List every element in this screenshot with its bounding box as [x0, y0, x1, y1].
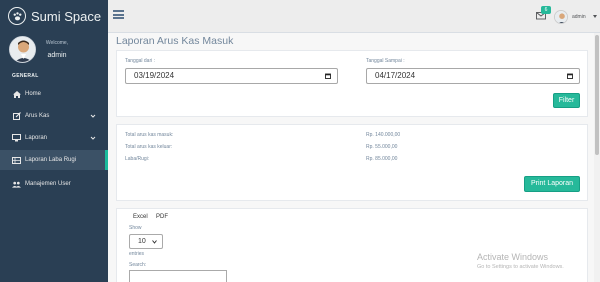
activation-watermark-title: Activate Windows: [477, 252, 549, 262]
sidebar-item-laporan-laba-rugi[interactable]: Laporan Laba Rugi: [0, 150, 108, 170]
page-title: Laporan Arus Kas Masuk: [116, 35, 234, 47]
user-menu-name[interactable]: admin: [572, 14, 586, 20]
sidebar-item-label: Laporan Laba Rugi: [25, 157, 77, 163]
calendar-icon[interactable]: [325, 73, 331, 79]
sidebar-item-manajemen-user[interactable]: Manajemen User: [0, 174, 108, 194]
desktop-icon: [12, 134, 21, 142]
search-label: Search:: [129, 262, 147, 268]
export-pdf-button[interactable]: PDF: [156, 214, 168, 220]
show-label: Show: [129, 225, 142, 231]
to-date-input[interactable]: 04/17/2024: [366, 68, 580, 84]
search-input[interactable]: [129, 270, 227, 282]
sidebar-item-label: Home: [25, 91, 42, 97]
profile: Welcome, admin: [0, 32, 108, 68]
profile-username: admin: [47, 52, 67, 59]
users-icon: [12, 180, 21, 188]
total-out-value: Rp. 55.000,00: [366, 144, 398, 150]
sidebar-item-label: Manajemen User: [25, 181, 71, 187]
calendar-icon[interactable]: [567, 73, 573, 79]
chevron-down-icon: [152, 240, 157, 244]
paw-icon: [8, 7, 26, 25]
home-icon: [12, 90, 21, 98]
scrollbar-thumb[interactable]: [595, 35, 599, 155]
entries-label: entries: [129, 251, 145, 257]
from-date-label: Tanggal dari :: [125, 58, 156, 64]
print-report-button[interactable]: Print Laporan: [524, 176, 580, 192]
to-date-value: 04/17/2024: [375, 71, 416, 80]
sidebar-item-home[interactable]: Home: [0, 84, 108, 104]
menu-section-label: GENERAL: [12, 73, 39, 79]
brand-title: Sumi Space: [31, 8, 102, 24]
avatar: [9, 36, 36, 63]
profit-loss-label: Laba/Rugi:: [125, 156, 150, 162]
edit-icon: [12, 112, 21, 120]
sidebar-item-arus-kas[interactable]: Arus Kas: [0, 106, 108, 126]
table-icon: [12, 156, 21, 164]
page-scrollbar[interactable]: [594, 33, 600, 282]
brand[interactable]: Sumi Space: [0, 0, 108, 32]
sidebar-item-laporan[interactable]: Laporan: [0, 128, 108, 148]
export-excel-button[interactable]: Excel: [133, 214, 148, 220]
entries-select[interactable]: 10: [129, 234, 163, 249]
to-date-label: Tanggal Sampai :: [366, 58, 405, 64]
sidebar-item-label: Arus Kas: [25, 113, 50, 119]
entries-value: 10: [138, 238, 146, 245]
menu-toggle-icon[interactable]: [113, 10, 124, 19]
total-in-label: Total arus kas masuk:: [125, 132, 174, 138]
sidebar: Sumi Space Welcome, admin GENERAL Home A…: [0, 0, 108, 282]
profit-loss-value: Rp. 85.000,00: [366, 156, 398, 162]
from-date-input[interactable]: 03/19/2024: [125, 68, 338, 84]
welcome-text: Welcome,: [45, 40, 69, 46]
summary-panel: Total arus kas masuk: Rp. 140.000,00 Tot…: [116, 124, 588, 201]
filter-panel: Tanggal dari : 03/19/2024 Tanggal Sampai…: [116, 50, 588, 117]
from-date-value: 03/19/2024: [134, 71, 175, 80]
total-in-value: Rp. 140.000,00: [366, 132, 401, 138]
caret-down-icon[interactable]: [593, 15, 597, 18]
activation-watermark-subtitle: Go to Settings to activate Windows.: [477, 264, 564, 270]
notification-badge: 6: [541, 6, 551, 14]
chevron-down-icon: [90, 114, 96, 118]
chevron-down-icon: [90, 136, 96, 140]
user-avatar[interactable]: [554, 10, 568, 24]
top-navigation: 6 admin: [108, 0, 600, 33]
total-out-label: Total arus kas keluar:: [125, 144, 173, 150]
filter-button[interactable]: Filter: [553, 93, 580, 108]
sidebar-item-label: Laporan: [25, 135, 48, 141]
